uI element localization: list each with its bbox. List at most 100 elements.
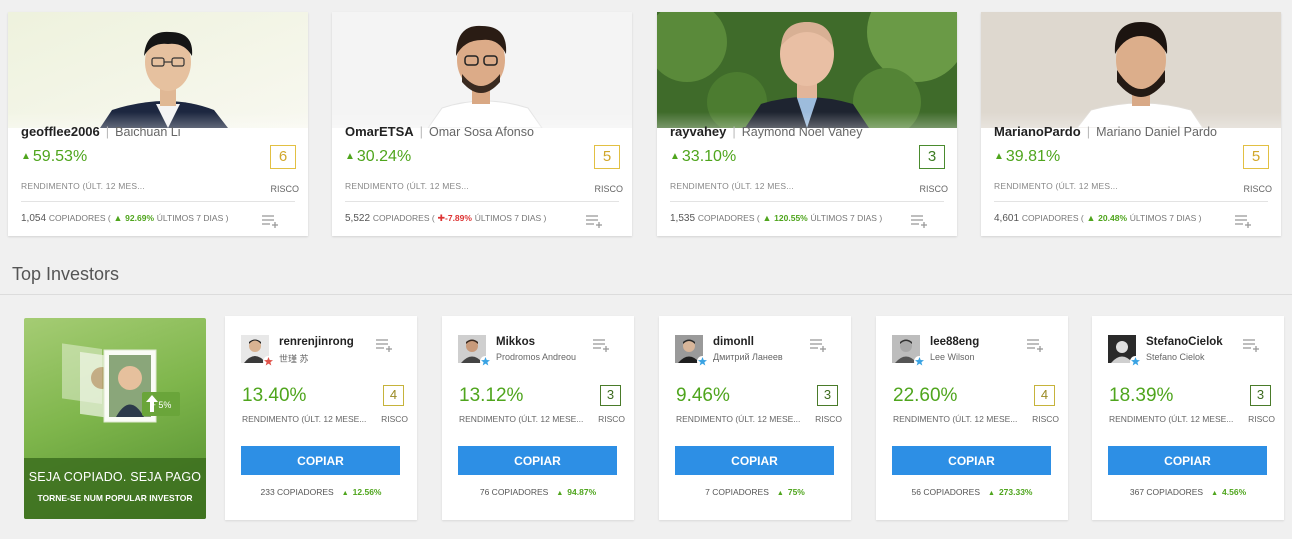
featured-card-marianopardo[interactable]: MarianoPardo | Mariano Daniel Pardo ▲ 39.81… (981, 12, 1281, 236)
investor-username[interactable]: dimonll (713, 336, 754, 348)
trader-full-name: Raymond Noel Vahey (741, 125, 863, 139)
investor-card-renrenjinrong[interactable]: renrenjinrong 世瑾 苏 13.40% 4 RENDIMENTO (… (225, 316, 417, 520)
add-to-watchlist-icon[interactable] (1235, 214, 1251, 228)
gain-label: RENDIMENTO (ÚLT. 12 MES... (994, 181, 1118, 191)
gain-label: RENDIMENTO (ÚLT. 12 MES... (345, 181, 469, 191)
risk-score: 3 (817, 385, 838, 406)
gain-up-icon: ▲ (345, 151, 355, 162)
trader-photo (981, 12, 1281, 128)
investor-username[interactable]: lee88eng (930, 336, 979, 348)
investor-card-mikkos[interactable]: Mikkos Prodromos Andreou 13.12% 3 RENDIM… (442, 316, 634, 520)
investor-username[interactable]: Mikkos (496, 336, 535, 348)
copy-button[interactable]: COPIAR (458, 446, 617, 475)
popular-investor-star-icon (263, 356, 274, 367)
trader-username[interactable]: MarianoPardo (994, 124, 1081, 139)
popular-investor-star-icon (1130, 356, 1141, 367)
gain-value: 13.12% (459, 385, 524, 406)
become-popular-investor-banner[interactable]: + 5% SEJA COPIADO. SEJA PAGO TORNE-SE NU… (24, 318, 206, 519)
gain-value: 39.81% (1005, 148, 1061, 165)
copy-button[interactable]: COPIAR (675, 446, 834, 475)
copiers-stats: 76 COPIADORES ▲ 94.87% (442, 487, 634, 497)
gain-value: 30.24% (356, 148, 412, 165)
investor-username[interactable]: StefanoCielok (1146, 336, 1223, 348)
risk-label: RISCO (594, 184, 623, 194)
gain-value: 13.40% (242, 385, 307, 406)
copy-button[interactable]: COPIAR (241, 446, 400, 475)
copiers-count: 1,535 (670, 213, 696, 224)
gain-value: 59.53% (32, 148, 88, 165)
investor-full-name: Prodromos Andreou (496, 352, 577, 362)
gain-label: RENDIMENTO (ÚLT. 12 MESE... (242, 414, 367, 424)
risk-label: RISCO (598, 414, 625, 424)
investor-full-name: Дмитрий Ланеев (713, 352, 783, 362)
change-up-icon: ▲ (988, 490, 995, 497)
copiers-change: 20.48% (1098, 213, 1128, 223)
popular-investor-star-icon (914, 356, 925, 367)
copiers-stats: 367 COPIADORES ▲ 4.56% (1092, 487, 1284, 497)
trader-full-name: Baichuan Li (115, 125, 181, 139)
add-to-watchlist-icon[interactable] (911, 214, 927, 228)
divider (670, 201, 944, 202)
featured-card-rayvahey[interactable]: rayvahey | Raymond Noel Vahey ▲ 33.10% REND… (657, 12, 957, 236)
investor-full-name: 世瑾 苏 (279, 354, 309, 364)
trader-full-name: Mariano Daniel Pardo (1096, 125, 1217, 139)
promo-subline: TORNE-SE NUM POPULAR INVESTOR (37, 493, 193, 503)
risk-score: 5 (594, 145, 620, 169)
featured-card-geofflee2006[interactable]: geofflee2006 | Baichuan Li ▲ 59.53% RENDIME… (8, 12, 308, 236)
copiers-count: 1,054 (21, 213, 47, 224)
copiers-stats: 1,535 COPIADORES ( ▲ 120.55% ÚLTIMOS 7 D… (670, 213, 882, 224)
copiers-change: 12.56% (352, 487, 382, 497)
add-to-watchlist-icon[interactable] (376, 338, 392, 352)
copiers-label: COPIADORES ( (1021, 213, 1084, 223)
copiers-count: 76 COPIADORES (479, 487, 549, 497)
gain-label: RENDIMENTO (ÚLT. 12 MESE... (893, 414, 1018, 424)
risk-score: 6 (270, 145, 296, 169)
copiers-label: COPIADORES ( (372, 213, 435, 223)
change-up-icon: ▲ (556, 490, 564, 497)
risk-label: RISCO (919, 184, 948, 194)
add-to-watchlist-icon[interactable] (262, 214, 278, 228)
copiers-stats: 56 COPIADORES ▲ 273.33% (876, 487, 1068, 497)
copiers-change: 273.33% (998, 487, 1033, 497)
change-up-icon: ▲ (113, 213, 123, 223)
copiers-stats: 4,601 COPIADORES ( ▲ 20.48% ÚLTIMOS 7 DI… (994, 213, 1201, 224)
risk-label: RISCO (270, 184, 299, 194)
copiers-count: 4,601 (994, 213, 1020, 224)
add-to-watchlist-icon[interactable] (810, 338, 826, 352)
section-divider (0, 294, 1292, 295)
investor-card-dimonll[interactable]: dimonll Дмитрий Ланеев 9.46% 3 RENDIMENT… (659, 316, 851, 520)
investor-username[interactable]: renrenjinrong (279, 336, 354, 348)
gain-label: RENDIMENTO (ÚLT. 12 MESE... (459, 414, 584, 424)
change-period: ÚLTIMOS 7 DIAS ) (1129, 213, 1202, 223)
add-to-watchlist-icon[interactable] (593, 338, 609, 352)
investor-card-stefanocielok[interactable]: StefanoCielok Stefano Cielok 18.39% 3 RE… (1092, 316, 1284, 520)
copiers-count: 5,522 (345, 213, 371, 224)
divider (21, 201, 295, 202)
gain-value: 9.46% (676, 385, 730, 406)
trader-username[interactable]: geofflee2006 (21, 124, 100, 139)
copiers-stats: 5,522 COPIADORES ( ✚-7.89% ÚLTIMOS 7 DIA… (345, 213, 546, 224)
trader-username[interactable]: OmarETSA (345, 124, 414, 139)
copy-button[interactable]: COPIAR (1108, 446, 1267, 475)
add-to-watchlist-icon[interactable] (1243, 338, 1259, 352)
copiers-count: 7 COPIADORES (705, 487, 769, 497)
gain-up-icon: ▲ (994, 151, 1004, 162)
trader-full-name: Omar Sosa Afonso (429, 125, 534, 139)
copiers-stats: 7 COPIADORES ▲ 75% (659, 487, 851, 497)
copy-button[interactable]: COPIAR (892, 446, 1051, 475)
trader-photo (8, 12, 308, 128)
copiers-label: COPIADORES ( (48, 213, 111, 223)
trader-username[interactable]: rayvahey (670, 124, 726, 139)
gain-value: 18.39% (1109, 385, 1174, 406)
change-up-icon: ▲ (1211, 490, 1219, 497)
risk-label: RISCO (381, 414, 408, 424)
change-period: ÚLTIMOS 7 DIAS ) (156, 213, 229, 223)
change-period: ÚLTIMOS 7 DIAS ) (474, 213, 547, 223)
add-to-watchlist-icon[interactable] (1027, 338, 1043, 352)
add-to-watchlist-icon[interactable] (586, 214, 602, 228)
featured-card-omaretsa[interactable]: OmarETSA | Omar Sosa Afonso ▲ 30.24% RENDIM… (332, 12, 632, 236)
investor-card-lee88eng[interactable]: lee88eng Lee Wilson 22.60% 4 RENDIMENTO … (876, 316, 1068, 520)
popular-investor-star-icon (697, 356, 708, 367)
risk-label: RISCO (1032, 414, 1059, 424)
copiers-count: 233 COPIADORES (260, 487, 334, 497)
